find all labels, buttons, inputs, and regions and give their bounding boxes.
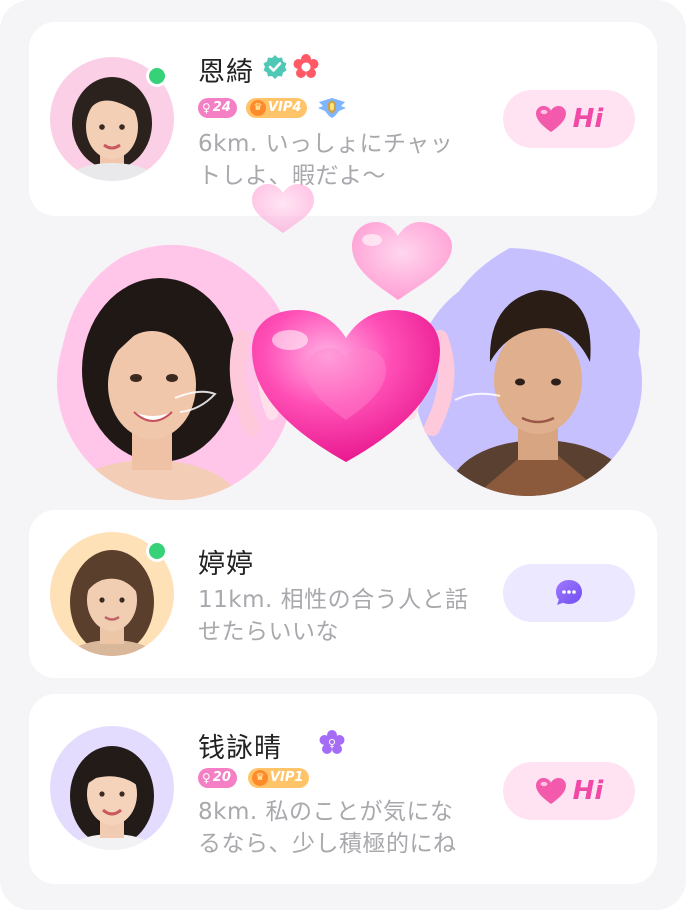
chat-button[interactable]: [503, 564, 635, 622]
online-status-dot: [146, 540, 168, 562]
crown-icon: ♛: [252, 770, 268, 786]
crown-icon: ♛: [250, 100, 266, 116]
age-tag: ♀ 24: [198, 98, 237, 118]
vip-level: VIP4: [268, 100, 302, 115]
age-value: 20: [212, 770, 231, 785]
side-arcs: [229, 330, 455, 436]
user-card-tingting[interactable]: 婷婷 11km. 相性の合う人と話 せたらいいな: [29, 510, 657, 678]
user-description: 8km. 私のことが気にな るなら、少し積極的にね: [198, 796, 488, 860]
age-tag: ♀ 20: [198, 768, 237, 788]
female-symbol-icon: ♀: [202, 101, 211, 115]
say-hi-button[interactable]: Hi: [503, 762, 635, 820]
user-card-enqi[interactable]: 恩綺 ♀ 24 ♛ VIP4 6km. いっしょにチャッ トしよ、暇だよ〜 Hi: [29, 22, 657, 216]
description-line: るなら、少し積極的にね: [198, 831, 457, 857]
chat-bubble-icon: [556, 580, 582, 605]
vip-tag: ♛ VIP1: [248, 768, 310, 788]
user-description: 6km. いっしょにチャッ トしよ、暇だよ〜: [198, 128, 488, 192]
hi-label: Hi: [572, 104, 604, 134]
user-name: 婷婷: [198, 549, 254, 580]
user-description: 11km. 相性の合う人と話 せたらいいな: [198, 584, 488, 648]
floating-heart-top: [352, 222, 452, 300]
description-line: 8km. 私のことが気にな: [198, 799, 454, 825]
description-line: 6km. いっしょにチャッ: [198, 131, 454, 157]
svg-text:♀: ♀: [328, 737, 336, 750]
red-flower-badge-icon: [293, 54, 319, 78]
online-status-dot: [146, 65, 168, 87]
user-name: 恩綺: [198, 57, 254, 88]
purple-flower-badge-icon: ♀: [319, 730, 345, 754]
user-card-qian[interactable]: 钱詠晴 ♀ ♀ 20 ♛ VIP1 8km. 私のことが気にな るなら、少し積極…: [29, 694, 657, 884]
user-name: 钱詠晴: [198, 733, 282, 764]
female-symbol-icon: ♀: [202, 771, 211, 785]
match-list: 恩綺 ♀ 24 ♛ VIP4 6km. いっしょにチャッ トしよ、暇だよ〜 Hi…: [0, 0, 686, 910]
hi-label: Hi: [572, 776, 604, 806]
age-value: 24: [212, 100, 231, 115]
description-line: せたらいいな: [198, 619, 339, 645]
description-line: 11km. 相性の合う人と話: [198, 587, 469, 613]
verified-check-icon: [263, 55, 287, 79]
sparkle-lines: [174, 390, 501, 413]
winged-emblem-icon: [318, 98, 346, 118]
left-user-bubble: [57, 244, 293, 500]
vip-tag: ♛ VIP4: [246, 98, 308, 118]
description-line: トしよ、暇だよ〜: [198, 163, 386, 189]
heart-icon: [535, 778, 566, 804]
vip-level: VIP1: [270, 770, 304, 785]
heart-icon: [535, 106, 566, 132]
say-hi-button[interactable]: Hi: [503, 90, 635, 148]
right-user-bubble: [414, 248, 642, 496]
avatar[interactable]: [50, 726, 174, 850]
central-heart: [252, 310, 440, 462]
